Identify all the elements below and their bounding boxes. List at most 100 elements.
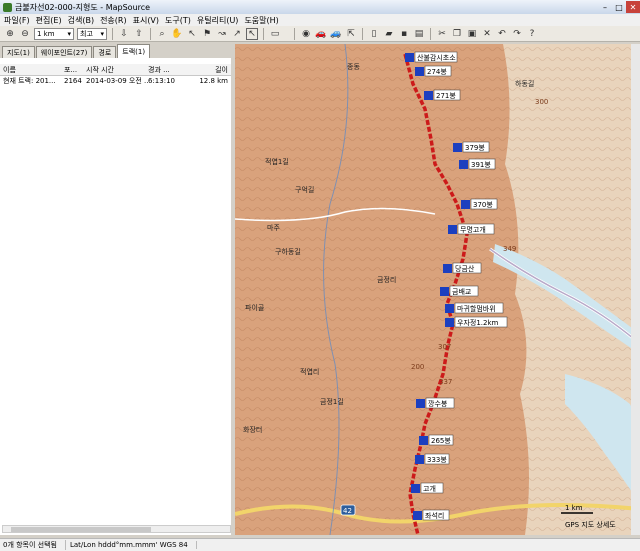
elevation-label: 349 (503, 245, 516, 253)
undo-icon[interactable]: ↶ (496, 28, 508, 40)
road-badge-label: 42 (343, 507, 352, 515)
maximize-button[interactable]: □ (612, 1, 626, 13)
waypoint-label: 마귀할멈바위 (457, 304, 496, 313)
place-label: 마주 (267, 223, 280, 232)
waypoint-label: 370봉 (473, 201, 493, 209)
menu-search[interactable]: 검색(B) (68, 15, 94, 26)
waypoint-label: 금배교 (452, 287, 472, 296)
menu-tools[interactable]: 도구(T) (165, 15, 191, 26)
place-label: 화장터 (243, 425, 262, 434)
place-label: 종동 (347, 63, 360, 71)
map-icon[interactable]: ▭ (269, 28, 281, 40)
cursor-icon[interactable]: ⇱ (345, 28, 357, 40)
waypoint[interactable]: 깡수봉 (416, 397, 455, 409)
waypoint[interactable]: 370봉 (461, 198, 498, 210)
find-places-icon[interactable]: ◉ (300, 28, 312, 40)
window-title: 금불자선02-000-지형도 - MapSource (15, 2, 151, 12)
copy-icon[interactable]: ❐ (451, 28, 463, 40)
detail-select[interactable]: 최고 ▾ (77, 27, 107, 40)
car-icon[interactable]: 🚗 (315, 28, 327, 40)
waypoint[interactable]: 265봉 (419, 434, 454, 446)
hand-tool-icon[interactable]: ✋ (171, 28, 183, 40)
waypoint-label: 깡수봉 (428, 399, 448, 408)
data-tabs: 지도(1) 웨이포인트(27) 경로 트랙(1) (0, 44, 231, 58)
waypoint-label: 고개 (423, 484, 436, 493)
menu-edit[interactable]: 편집(E) (36, 15, 62, 26)
scale-select[interactable]: 1 km ▾ (34, 27, 74, 40)
route-tool-icon[interactable]: ↝ (216, 28, 228, 40)
column-points[interactable]: 포... (64, 65, 86, 75)
vehicle-icon[interactable]: 🚙 (330, 28, 342, 40)
zoom-out-icon[interactable]: ⊖ (19, 28, 31, 40)
waypoint[interactable]: 좌석리 (413, 509, 450, 521)
delete-icon[interactable]: ✕ (481, 28, 493, 40)
place-label: 구하동길 (275, 247, 301, 256)
redo-icon[interactable]: ↷ (511, 28, 523, 40)
column-elapsed[interactable]: 경과 ... (148, 65, 188, 75)
waypoint-label: 265봉 (431, 437, 451, 445)
minimize-button[interactable]: – (598, 1, 612, 13)
waypoint[interactable]: 마귀할멈바위 (445, 302, 504, 314)
horizontal-scrollbar[interactable] (2, 525, 231, 533)
elevation-label: 300 (535, 98, 548, 106)
map-canvas[interactable]: 산불감시초소 274봉 271봉 379봉 391봉 370봉 무명고개 당금산… (235, 44, 640, 535)
cell-name: 현재 트랙: 201... (3, 77, 56, 85)
waypoint-tool-icon[interactable]: ⚑ (201, 28, 213, 40)
menu-utilities[interactable]: 유틸리티(U) (197, 15, 239, 26)
waypoint[interactable]: 333봉 (415, 453, 450, 465)
elevation-label: 200 (411, 363, 424, 371)
selection-tool-icon[interactable]: ↖ (186, 28, 198, 40)
save-icon[interactable]: ▪ (398, 28, 410, 40)
waypoint[interactable]: 산불감시초소 (405, 51, 458, 63)
new-icon[interactable]: ▯ (368, 28, 380, 40)
map-view[interactable]: 산불감시초소 274봉 271봉 379봉 391봉 370봉 무명고개 당금산… (235, 44, 640, 535)
place-label: 하동길 (515, 79, 534, 88)
menu-help[interactable]: 도움말(H) (244, 15, 278, 26)
column-name[interactable]: 이름 (0, 65, 64, 75)
waypoint-label: 391봉 (471, 161, 491, 169)
menu-file[interactable]: 파일(F) (4, 15, 30, 26)
print-icon[interactable]: ▤ (413, 28, 425, 40)
waypoint[interactable]: 391봉 (459, 158, 496, 170)
waypoint-label: 333봉 (427, 456, 447, 464)
menu-transfer[interactable]: 전송(R) (100, 15, 127, 26)
place-label: 적엽리 (300, 367, 319, 376)
receive-icon[interactable]: ⇩ (118, 28, 130, 40)
waypoint[interactable]: 당금산 (443, 262, 482, 274)
zoom-tool-icon[interactable]: ⌕ (156, 28, 168, 40)
waypoint-label: 좌석리 (425, 511, 444, 520)
column-length[interactable]: 길이 (188, 65, 230, 75)
open-icon[interactable]: ▰ (383, 28, 395, 40)
elevation-label: 337 (439, 378, 452, 386)
map-scrollbar[interactable] (631, 44, 640, 535)
waypoint-label: 379봉 (465, 144, 485, 152)
waypoint[interactable]: 금배교 (440, 285, 479, 297)
table-row[interactable]: 현재 트랙: 201... 2164 2014-03-09 오전 ... 6:1… (0, 76, 231, 86)
elevation-label: 307 (438, 343, 451, 351)
tab-tracks[interactable]: 트랙(1) (117, 44, 151, 58)
scrollbar-thumb[interactable] (11, 527, 151, 532)
waypoint[interactable]: 379봉 (453, 141, 490, 153)
scale-bar-label: 1 km (565, 504, 583, 512)
menu-view[interactable]: 표시(V) (133, 15, 159, 26)
pointer-icon[interactable]: ↖ (246, 27, 258, 40)
waypoint-label: 산불감시초소 (417, 53, 456, 62)
help-icon[interactable]: ? (526, 28, 538, 40)
column-start-time[interactable]: 시작 시간 (86, 65, 148, 75)
tab-maps[interactable]: 지도(1) (2, 46, 35, 58)
waypoint[interactable]: 271봉 (424, 89, 461, 101)
waypoint[interactable]: 274봉 (415, 65, 452, 77)
waypoint[interactable]: 무명고개 (448, 223, 495, 235)
waypoint-label: 271봉 (436, 92, 456, 100)
zoom-in-icon[interactable]: ⊕ (4, 28, 16, 40)
close-button[interactable]: ✕ (626, 1, 640, 13)
send-icon[interactable]: ⇧ (133, 28, 145, 40)
paste-icon[interactable]: ▣ (466, 28, 478, 40)
cut-icon[interactable]: ✂ (436, 28, 448, 40)
measure-tool-icon[interactable]: ↗ (231, 28, 243, 40)
tab-waypoints[interactable]: 웨이포인트(27) (35, 46, 93, 58)
toolbar: ⊕ ⊖ 1 km ▾ 최고 ▾ ⇩ ⇧ ⌕ ✋ ↖ ⚑ ↝ ↗ ↖ ▭ ◉ 🚗 🚙 … (0, 26, 640, 42)
waypoint[interactable]: 고개 (411, 482, 444, 494)
tab-routes[interactable]: 경로 (93, 46, 117, 58)
cell-length: 12.8 km (199, 77, 228, 85)
